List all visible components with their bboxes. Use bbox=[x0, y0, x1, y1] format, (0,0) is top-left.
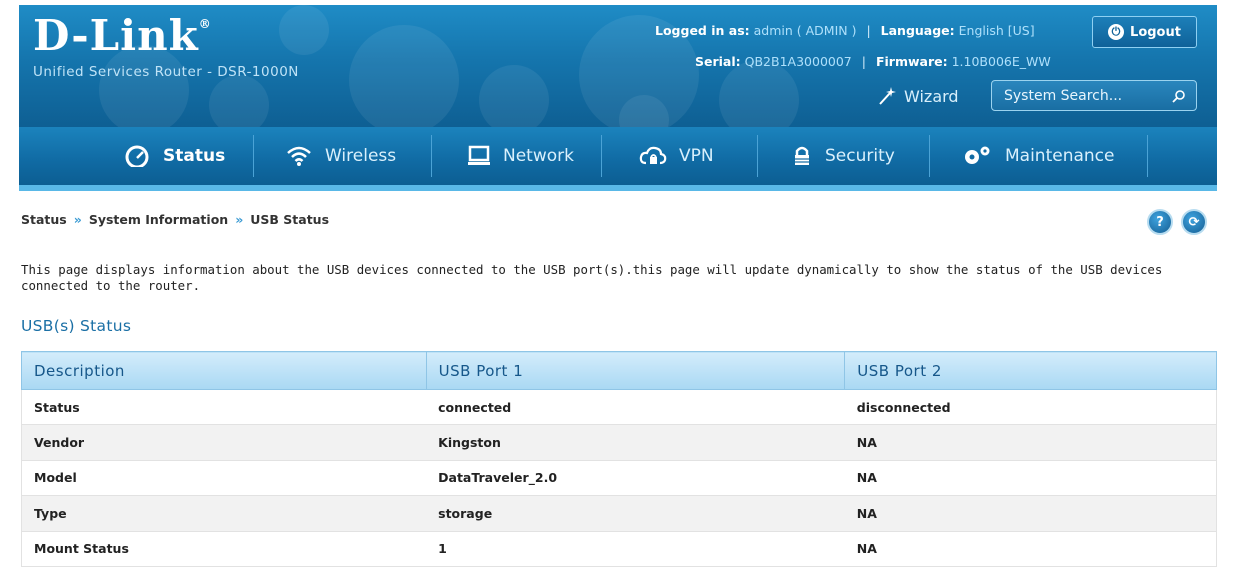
section-title: USB(s) Status bbox=[21, 317, 132, 335]
column-header-usb-port-1: USB Port 1 bbox=[425, 351, 846, 390]
login-info: Logged in as: admin ( ADMIN ) | Language… bbox=[655, 23, 1035, 38]
page: D-Link® Unified Services Router - DSR-10… bbox=[0, 0, 1239, 585]
nav-maintenance[interactable]: Maintenance bbox=[961, 127, 1114, 185]
table-row: Status connected disconnected bbox=[21, 389, 1217, 426]
cloud-lock-icon bbox=[639, 146, 667, 165]
help-button[interactable]: ? bbox=[1147, 209, 1173, 235]
speedometer-icon bbox=[125, 145, 149, 167]
refresh-icon: ⟳ bbox=[1188, 214, 1200, 230]
column-header-description: Description bbox=[21, 351, 427, 390]
nav-wireless[interactable]: Wireless bbox=[285, 127, 396, 185]
table-row: Vendor Kingston NA bbox=[21, 424, 1217, 461]
usb-status-table: Description USB Port 1 USB Port 2 Status… bbox=[21, 351, 1217, 567]
system-search-input[interactable]: System Search... bbox=[991, 80, 1197, 111]
usb-port-2-value: disconnected bbox=[844, 389, 1217, 426]
dlink-logo: D-Link® bbox=[33, 11, 212, 60]
table-row: Mount Status 1 NA bbox=[21, 531, 1217, 567]
device-info: Serial: QB2B1A3000007 | Firmware: 1.10B0… bbox=[695, 54, 1051, 69]
help-icon: ? bbox=[1156, 214, 1164, 230]
usb-port-1-value: 1 bbox=[426, 531, 845, 567]
monitor-icon bbox=[468, 145, 490, 165]
breadcrumb: Status» System Information» USB Status bbox=[21, 212, 330, 227]
logout-button[interactable]: ⏻ Logout bbox=[1092, 16, 1197, 48]
product-name: Unified Services Router - DSR-1000N bbox=[33, 64, 299, 80]
nav-network[interactable]: Network bbox=[467, 127, 574, 185]
nav-security[interactable]: Security bbox=[791, 127, 895, 185]
row-label: Mount Status bbox=[21, 531, 427, 567]
usb-port-2-value: NA bbox=[844, 495, 1217, 532]
column-header-usb-port-2: USB Port 2 bbox=[844, 351, 1217, 390]
row-label: Model bbox=[21, 460, 427, 497]
usb-port-1-value: storage bbox=[426, 495, 845, 532]
nav-status[interactable]: Status bbox=[123, 127, 225, 185]
serial-value: QB2B1A3000007 bbox=[744, 54, 852, 69]
row-label: Type bbox=[21, 495, 427, 532]
refresh-button[interactable]: ⟳ bbox=[1181, 209, 1207, 235]
page-description: This page displays information about the… bbox=[21, 262, 1163, 293]
table-header-row: Description USB Port 1 USB Port 2 bbox=[21, 351, 1217, 390]
usb-port-2-value: NA bbox=[844, 460, 1217, 497]
nav-vpn[interactable]: VPN bbox=[639, 127, 714, 185]
logged-in-user: admin ( ADMIN ) bbox=[753, 23, 857, 38]
header: D-Link® Unified Services Router - DSR-10… bbox=[19, 5, 1217, 127]
padlock-icon bbox=[795, 146, 809, 165]
usb-port-2-value: NA bbox=[844, 531, 1217, 567]
magic-wand-icon bbox=[879, 87, 896, 105]
search-icon bbox=[1172, 89, 1185, 103]
breadcrumb-usb-status: USB Status bbox=[250, 212, 330, 227]
usb-port-1-value: connected bbox=[426, 389, 845, 426]
power-icon: ⏻ bbox=[1108, 24, 1125, 40]
gears-icon bbox=[965, 146, 990, 164]
wizard-link[interactable]: Wizard bbox=[876, 85, 959, 107]
firmware-value: 1.10B006E_WW bbox=[951, 54, 1051, 69]
row-label: Status bbox=[21, 389, 427, 426]
table-row: Model DataTraveler_2.0 NA bbox=[21, 460, 1217, 497]
usb-port-1-value: Kingston bbox=[426, 424, 845, 461]
language-selector[interactable]: English [US] bbox=[959, 23, 1035, 38]
table-row: Type storage NA bbox=[21, 495, 1217, 532]
wifi-icon bbox=[287, 146, 311, 166]
usb-port-1-value: DataTraveler_2.0 bbox=[426, 460, 845, 497]
main-nav: Status Wireless Network VPN Security Mai… bbox=[19, 127, 1217, 191]
breadcrumb-status[interactable]: Status bbox=[21, 212, 67, 227]
usb-port-2-value: NA bbox=[844, 424, 1217, 461]
row-label: Vendor bbox=[21, 424, 427, 461]
breadcrumb-system-information[interactable]: System Information bbox=[89, 212, 228, 227]
